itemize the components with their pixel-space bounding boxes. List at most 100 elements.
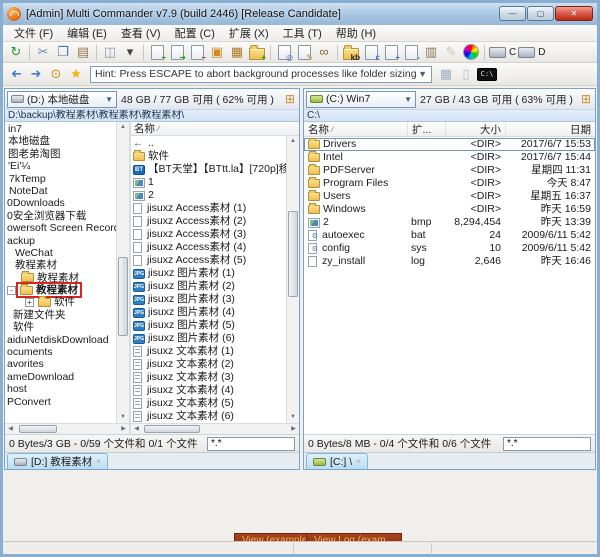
drive-c-button[interactable]: C bbox=[489, 43, 516, 61]
tab-close-icon[interactable]: × bbox=[96, 457, 101, 466]
file-list-item[interactable]: jisuxz 文本素材 (2) bbox=[131, 358, 286, 371]
scroll-left-icon[interactable]: ◀ bbox=[131, 424, 142, 434]
scrollbar-thumb[interactable] bbox=[19, 425, 57, 433]
menu-item[interactable]: 工具 (T) bbox=[276, 25, 329, 41]
date-column-header[interactable]: 日期 bbox=[505, 122, 595, 136]
scroll-right-icon[interactable]: ▶ bbox=[118, 424, 129, 434]
file-list-item[interactable]: jisuxz 图片素材 (3) bbox=[131, 293, 286, 306]
file-list-item[interactable]: jisuxz Access素材 (3) bbox=[131, 228, 286, 241]
toolbar-icon[interactable] bbox=[270, 45, 271, 60]
favorites-icon[interactable]: ★ bbox=[67, 65, 85, 83]
toolbar-icon[interactable] bbox=[143, 45, 144, 60]
forward-icon[interactable]: ➜ bbox=[27, 65, 45, 83]
command-prompt-icon[interactable]: C:\ bbox=[477, 68, 497, 81]
new-folder-icon[interactable]: + bbox=[248, 43, 266, 61]
hint-combobox[interactable]: Hint: Press ESCAPE to abort background p… bbox=[90, 66, 432, 83]
menu-item[interactable]: 扩展 (X) bbox=[222, 25, 276, 41]
color-wheel-icon[interactable] bbox=[462, 43, 480, 61]
copy-file-icon[interactable]: ➜ bbox=[168, 43, 186, 61]
table-row[interactable]: Drivers <DIR> 2017/6/7 15:53 bbox=[304, 138, 595, 151]
toolbar-icon[interactable] bbox=[484, 45, 485, 60]
file-list-item[interactable]: 2 bbox=[131, 189, 286, 202]
menu-item[interactable]: 编辑 (E) bbox=[60, 25, 114, 41]
file-list-item[interactable]: .. bbox=[131, 137, 286, 150]
file-list-item[interactable]: jisuxz Access素材 (1) bbox=[131, 202, 286, 215]
tree-item[interactable]: 0Downloads bbox=[5, 197, 116, 209]
toolbar-icon[interactable] bbox=[96, 45, 97, 60]
scrollbar-thumb[interactable] bbox=[288, 211, 298, 297]
list-horizontal-scrollbar[interactable]: ◀ ▶ bbox=[131, 423, 299, 434]
table-row[interactable]: Intel <DIR> 2017/6/7 15:44 bbox=[304, 151, 595, 164]
table-row[interactable]: config sys 10 2009/6/11 5:42 bbox=[304, 242, 595, 255]
tree-item[interactable]: WeChat bbox=[5, 247, 116, 259]
toolbar-icon[interactable] bbox=[337, 45, 338, 60]
ext-column-header[interactable]: 扩... bbox=[407, 122, 445, 136]
tree-item[interactable]: 7kTemp bbox=[5, 173, 116, 185]
title-bar[interactable]: [Admin] Multi Commander v7.9 (build 2446… bbox=[3, 3, 597, 25]
file-list-item[interactable]: jisuxz 文本素材 (6) bbox=[131, 410, 286, 423]
file-list-item[interactable]: jisuxz 图片素材 (2) bbox=[131, 280, 286, 293]
tree-item[interactable]: 'Ei'¼ bbox=[5, 160, 116, 172]
tree-item[interactable]: + 软件 bbox=[5, 296, 116, 308]
file-list-item[interactable]: 软件 bbox=[131, 150, 286, 163]
scroll-down-icon[interactable]: ▼ bbox=[117, 412, 129, 423]
file-list-item[interactable]: jisuxz 图片素材 (4) bbox=[131, 306, 286, 319]
table-row[interactable]: Windows <DIR> 昨天 16:59 bbox=[304, 203, 595, 216]
tree-item[interactable]: host bbox=[5, 383, 116, 395]
tree-item[interactable]: ackup bbox=[5, 235, 116, 247]
tree-item[interactable]: 图老弟淘图 bbox=[5, 148, 116, 160]
copy-icon[interactable]: ❐ bbox=[54, 43, 72, 61]
tree-horizontal-scrollbar[interactable]: ◀ ▶ bbox=[5, 423, 129, 434]
scroll-down-icon[interactable]: ▼ bbox=[287, 412, 299, 423]
device-icon[interactable]: ▯ bbox=[457, 65, 475, 83]
tree-item[interactable]: PConvert bbox=[5, 396, 116, 408]
chevron-down-icon[interactable]: ▼ bbox=[105, 95, 113, 104]
drive-d-button[interactable]: D bbox=[518, 43, 545, 61]
scrollbar-thumb[interactable] bbox=[118, 257, 128, 335]
refresh-icon[interactable]: ↻ bbox=[7, 43, 25, 61]
table-row[interactable]: Users <DIR> 星期五 16:37 bbox=[304, 190, 595, 203]
table-row[interactable]: Program Files <DIR> 今天 8:47 bbox=[304, 177, 595, 190]
chevron-down-icon[interactable]: ▼ bbox=[418, 69, 427, 79]
file-list-item[interactable]: 【BT天堂】【BTtt.la】[720p]移动迷 bbox=[131, 163, 286, 176]
menu-item[interactable]: 查看 (V) bbox=[114, 25, 168, 41]
name-column-header[interactable]: 名称 ∕ bbox=[304, 122, 407, 136]
list-vertical-scrollbar[interactable]: ▲ ▼ bbox=[286, 136, 299, 423]
file-list-item[interactable]: jisuxz 图片素材 (6) bbox=[131, 332, 286, 345]
file-list-item[interactable]: jisuxz Access素材 (2) bbox=[131, 215, 286, 228]
table-row[interactable]: 2 bmp 8,294,454 昨天 13:39 bbox=[304, 216, 595, 229]
file-list-item[interactable]: jisuxz Access素材 (5) bbox=[131, 254, 286, 267]
tree-item[interactable]: avorites bbox=[5, 358, 116, 370]
cut-icon[interactable]: ✂ bbox=[34, 43, 52, 61]
right-filter-input[interactable] bbox=[503, 437, 591, 451]
tree-item[interactable]: NoteDat bbox=[5, 185, 116, 197]
split-dropdown-icon[interactable]: ▾ bbox=[121, 43, 139, 61]
tree-item[interactable]: 教程素材 bbox=[5, 259, 116, 271]
left-panel-tab[interactable]: [D:] 教程素材 × bbox=[7, 453, 108, 469]
tree-item[interactable]: - 教程素材 bbox=[5, 284, 116, 296]
pack-archive-icon[interactable]: ▣ bbox=[208, 43, 226, 61]
file-list-item[interactable]: jisuxz 文本素材 (5) bbox=[131, 397, 286, 410]
scroll-left-icon[interactable]: ◀ bbox=[5, 424, 16, 434]
edit-disabled-icon[interactable]: ✎ bbox=[442, 43, 460, 61]
close-button[interactable]: ✕ bbox=[555, 6, 593, 21]
tree-item[interactable]: in7 bbox=[5, 123, 116, 135]
folder-tree-icon[interactable]: ⊞ bbox=[285, 92, 297, 106]
tree-item[interactable]: owersoft Screen Recorder T bbox=[5, 222, 116, 234]
paste-icon[interactable]: ▤ bbox=[74, 43, 92, 61]
tree-item[interactable]: 0安全浏览器下载 bbox=[5, 210, 116, 222]
table-row[interactable]: PDFServer <DIR> 星期四 11:31 bbox=[304, 164, 595, 177]
table-row[interactable]: autoexec bat 24 2009/6/11 5:42 bbox=[304, 229, 595, 242]
right-drive-selector[interactable]: (C:) Win7 ▼ bbox=[306, 91, 416, 108]
scroll-up-icon[interactable]: ▲ bbox=[287, 136, 299, 147]
folder-tree-icon[interactable]: ⊞ bbox=[581, 92, 593, 106]
left-path-bar[interactable]: D:\backup\教程素材\教程素材\教程素材\ bbox=[5, 109, 299, 122]
copy-path-icon[interactable]: c bbox=[362, 43, 380, 61]
scrollbar-thumb[interactable] bbox=[144, 425, 200, 433]
scroll-up-icon[interactable]: ▲ bbox=[117, 122, 129, 133]
tree-item[interactable]: 软件 bbox=[5, 321, 116, 333]
right-path-bar[interactable]: C:\ bbox=[304, 109, 595, 122]
left-drive-selector[interactable]: (D:) 本地磁盘 ▼ bbox=[7, 91, 117, 108]
file-list-item[interactable]: jisuxz 文本素材 (3) bbox=[131, 371, 286, 384]
expander-icon[interactable]: + bbox=[25, 298, 34, 307]
